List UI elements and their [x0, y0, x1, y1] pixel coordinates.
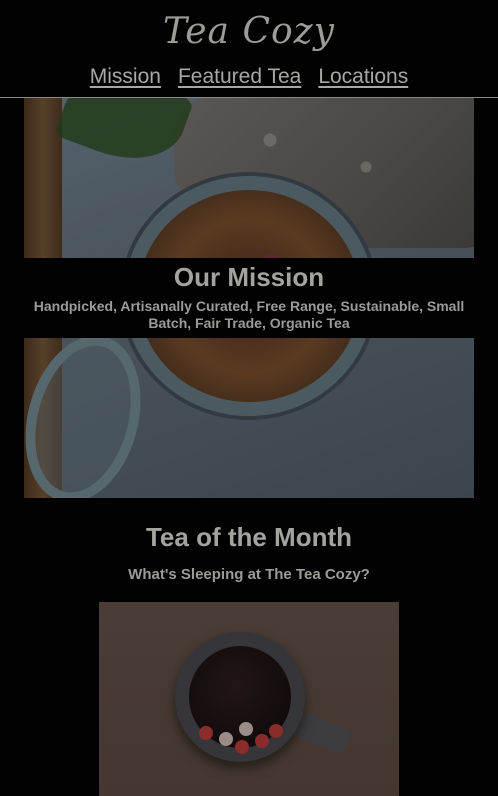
berry: [269, 724, 283, 738]
nav-link-mission[interactable]: Mission: [90, 62, 161, 92]
site-header: Tea Cozy Mission Featured Tea Locations: [0, 0, 498, 98]
berry: [219, 732, 233, 746]
berry: [239, 722, 253, 736]
cup-handle: [294, 711, 352, 755]
tea-of-month-subtitle: What's Sleeping at The Tea Cozy?: [128, 566, 370, 583]
berry: [199, 726, 213, 740]
berry: [235, 740, 249, 754]
nav-link-locations[interactable]: Locations: [318, 62, 408, 92]
nav-link-featured-tea[interactable]: Featured Tea: [178, 62, 301, 92]
tea-of-month-title: Tea of the Month: [145, 522, 353, 552]
berry: [255, 734, 269, 748]
mission-description: Handpicked, Artisanally Curated, Free Ra…: [33, 298, 465, 331]
site-logo: Tea Cozy: [163, 11, 335, 52]
mission-section: Our Mission Handpicked, Artisanally Cura…: [24, 258, 474, 338]
main-nav: Mission Featured Tea Locations: [0, 62, 498, 92]
tea-of-month-image: [99, 602, 399, 796]
mission-title: Our Mission: [173, 262, 325, 292]
